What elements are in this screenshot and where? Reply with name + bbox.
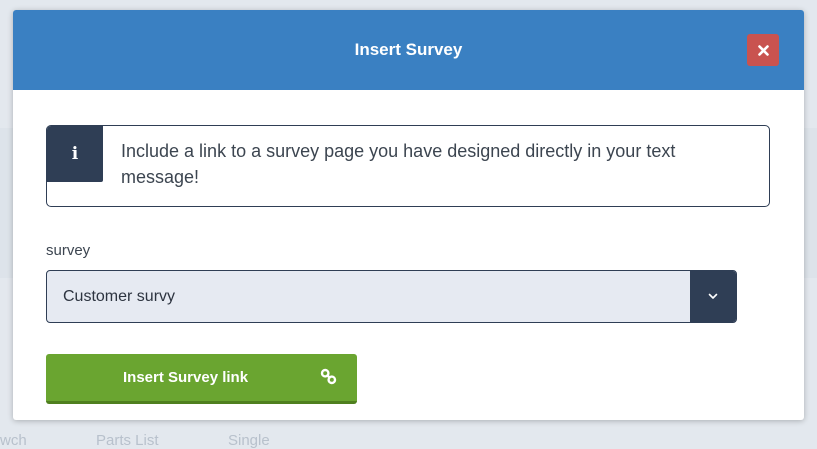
close-x-icon: [757, 44, 769, 56]
info-message: Include a link to a survey page you have…: [121, 141, 676, 187]
chevron-down-icon: [708, 293, 718, 299]
survey-field-label: survey: [46, 242, 91, 259]
insert-survey-modal: Insert Survey i Include a link to a surv…: [13, 10, 804, 420]
info-icon: i: [47, 126, 103, 182]
link-icon: [320, 368, 337, 385]
info-alert: i Include a link to a survey page you ha…: [46, 125, 770, 207]
survey-select-value: Customer survy: [63, 287, 176, 305]
insert-survey-link-button[interactable]: Insert Survey link: [46, 354, 357, 404]
modal-header: Insert Survey: [13, 10, 804, 90]
background-tab-parts-list: Parts List: [96, 432, 159, 449]
insert-survey-link-label: Insert Survey link: [123, 369, 249, 386]
modal-title: Insert Survey: [354, 40, 463, 59]
background-tab-partial: wch: [0, 432, 27, 449]
background-tab-single: Single: [228, 432, 270, 449]
select-toggle[interactable]: [690, 271, 736, 322]
survey-select[interactable]: Customer survy: [46, 270, 737, 323]
close-button[interactable]: [747, 34, 779, 66]
